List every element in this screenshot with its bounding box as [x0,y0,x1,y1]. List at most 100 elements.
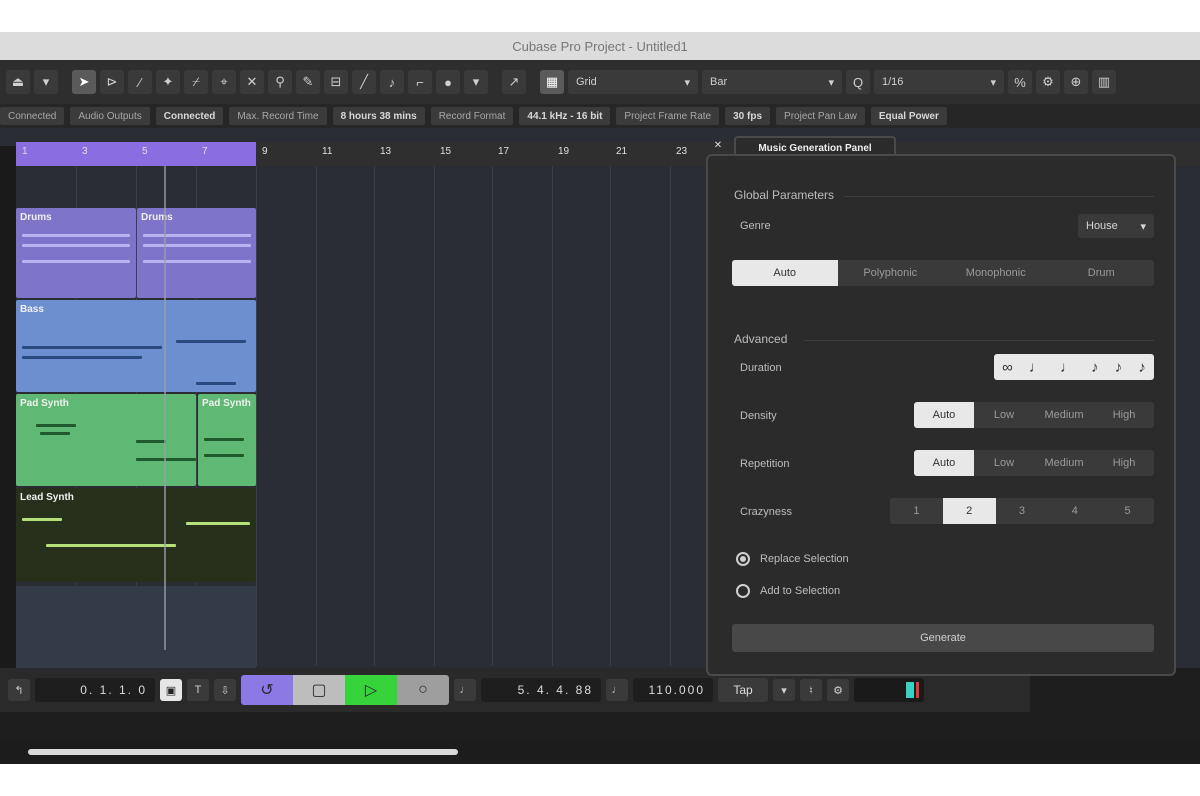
scroll-thumb[interactable] [28,749,458,755]
color-dropdown-icon[interactable]: ▾ [464,70,488,94]
duration-infinite-icon[interactable]: ∞ [1002,359,1013,376]
tempo-track-icon[interactable]: T [187,679,209,701]
signature-icon[interactable]: ♮ [800,679,822,701]
replace-selection-option[interactable]: Replace Selection [736,552,849,566]
snap-value-dropdown[interactable]: Bar ▾ [702,70,842,94]
mode-auto[interactable]: Auto [732,260,838,286]
repetition-low[interactable]: Low [974,450,1034,476]
density-medium[interactable]: Medium [1034,402,1094,428]
metronome-note-icon[interactable]: ♩ [454,679,476,701]
density-low[interactable]: Low [974,402,1034,428]
duration-note-icon[interactable]: ♪ [1138,359,1146,376]
craziness-selector: 1 2 3 4 5 [890,498,1154,524]
lock-icon[interactable]: ⊕ [1064,70,1088,94]
generate-button[interactable]: Generate [732,624,1154,652]
repetition-medium[interactable]: Medium [1034,450,1094,476]
right-locator[interactable]: 5. 4. 4. 88 [481,678,601,702]
midi-part[interactable]: Pad Synth [16,394,196,486]
duration-note-icon[interactable]: ♩ [1029,359,1044,376]
auto-scroll-icon[interactable]: ↗ [502,70,526,94]
tap-button[interactable]: Tap [718,678,768,702]
close-icon[interactable]: ✕ [712,138,724,152]
chevron-down-icon: ▾ [990,76,996,89]
craziness-5[interactable]: 5 [1101,498,1154,524]
mode-drum[interactable]: Drum [1049,260,1155,286]
comp-tool-icon[interactable]: ⊟ [324,70,348,94]
track-bass[interactable]: Bass [16,300,256,392]
line-tool-icon[interactable]: ╱ [352,70,376,94]
stop-icon[interactable]: ▢ [293,675,345,705]
density-high[interactable]: High [1094,402,1154,428]
pencil-tool-icon[interactable]: ✎ [296,70,320,94]
mode-monophonic[interactable]: Monophonic [943,260,1049,286]
connection-status: Connected [0,107,65,125]
chevron-down-icon[interactable]: ▾ [773,679,795,701]
craziness-2[interactable]: 2 [942,498,996,524]
add-to-selection-option[interactable]: Add to Selection [736,584,840,598]
window-title: Cubase Pro Project - Untitled1 [512,38,688,54]
quantize-settings-icon[interactable]: ⚙ [1036,70,1060,94]
quantize-icon[interactable]: Q [846,70,870,94]
percent-icon[interactable]: % [1008,70,1032,94]
quantize-value: 1/16 [882,76,904,88]
click-icon[interactable]: ♩ [606,679,628,701]
duration-note-icon[interactable]: ♪ [1091,359,1099,376]
midi-part[interactable]: Lead Synth [16,488,256,582]
meter-bar [906,682,914,698]
craziness-3[interactable]: 3 [996,498,1049,524]
genre-value: House [1086,220,1118,232]
repetition-high[interactable]: High [1094,450,1154,476]
midi-part[interactable]: Drums [16,208,136,298]
radio-unselected-icon[interactable] [736,584,750,598]
tempo-field[interactable]: 110.000 [633,678,713,702]
horizontal-scrollbar[interactable] [0,740,1200,764]
loop-range[interactable] [16,142,256,166]
cycle-icon[interactable]: ↺ [241,675,293,705]
mode-polyphonic[interactable]: Polyphonic [838,260,944,286]
dropdown-icon[interactable]: ▾ [34,70,58,94]
snap-value: Bar [710,76,728,88]
split-tool-icon[interactable]: ∕ [128,70,152,94]
craziness-4[interactable]: 4 [1048,498,1101,524]
play-icon[interactable]: ▷ [345,675,397,705]
left-locator[interactable]: 0. 1. 1. 0 [35,678,155,702]
repetition-auto[interactable]: Auto [914,450,974,476]
settings-icon[interactable]: ⚙ [827,679,849,701]
density-auto[interactable]: Auto [914,402,974,428]
project-icon[interactable]: ⏏ [6,70,30,94]
global-parameters-title: Global Parameters [734,188,835,202]
quantize-dropdown[interactable]: 1/16 ▾ [874,70,1004,94]
radio-selected-icon[interactable] [736,552,750,566]
grid-line [316,166,317,666]
object-selection-tool-icon[interactable]: ➤ [72,70,96,94]
punch-in-icon[interactable]: ▣ [160,679,182,701]
duration-note-icon[interactable]: ♩ [1060,359,1075,376]
mute-tool-icon[interactable]: ✕ [240,70,264,94]
advanced-title: Advanced [734,332,788,346]
record-icon[interactable]: ○ [397,675,449,705]
empty-track-area[interactable] [16,586,256,668]
track-lead-synth[interactable]: Lead Synth [16,488,256,582]
sync-icon[interactable]: ⇩ [214,679,236,701]
transport-menu-icon[interactable]: ↰ [8,679,30,701]
genre-dropdown[interactable]: House ▾ [1078,214,1154,238]
grid-type-dropdown[interactable]: Grid ▾ [568,70,698,94]
glue-tool-icon[interactable]: ✦ [156,70,180,94]
duration-note-icon[interactable]: ♪ [1115,359,1123,376]
track-drums[interactable]: Drums Drums [16,208,256,298]
color-tool-icon[interactable]: ● [436,70,460,94]
play-tool-icon[interactable]: ♪ [380,70,404,94]
craziness-1[interactable]: 1 [890,498,943,524]
project-cursor[interactable] [164,166,166,650]
meter-icon[interactable]: ▥ [1092,70,1116,94]
midi-part[interactable]: Drums [137,208,256,298]
midi-part[interactable]: Bass [16,300,256,392]
track-pad-synth[interactable]: Pad Synth Pad Synth [16,394,256,486]
drumstick-tool-icon[interactable]: ⌐ [408,70,432,94]
erase-tool-icon[interactable]: ⌿ [184,70,208,94]
midi-part[interactable]: Pad Synth [198,394,256,486]
magnifier-icon[interactable]: ⚲ [268,70,292,94]
range-tool-icon[interactable]: ⊳ [100,70,124,94]
zoom-tool-icon[interactable]: ⌖ [212,70,236,94]
snap-toggle-icon[interactable]: ▦ [540,70,564,94]
